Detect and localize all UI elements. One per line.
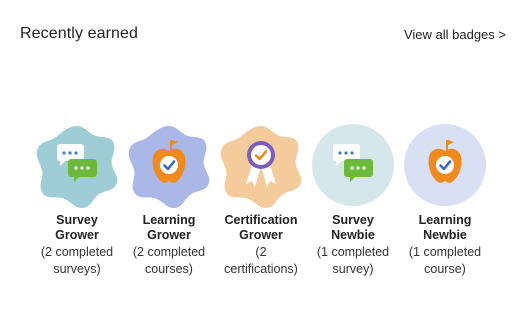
apple-face xyxy=(436,156,454,174)
badge-description: (1 completed course) xyxy=(409,244,481,278)
chat-dot xyxy=(362,166,366,170)
chat-dot xyxy=(74,166,78,170)
section-title: Recently earned xyxy=(20,25,139,42)
ribbon-check-icon xyxy=(220,126,302,208)
badge-name: Survey Grower xyxy=(55,213,99,243)
badge-desc-line: surveys) xyxy=(53,262,101,276)
chat-bubbles-icon xyxy=(36,126,118,208)
apple-stem xyxy=(446,140,448,150)
badge-description: (2 completed courses) xyxy=(133,244,205,278)
ribbon-inner-ring xyxy=(251,145,271,165)
badge-name-line: Newbie xyxy=(331,228,375,242)
view-all-badges-link[interactable]: View all badges > xyxy=(404,27,506,42)
chat-dot xyxy=(350,166,354,170)
badge-survey-newbie[interactable]: Survey Newbie (1 completed survey) xyxy=(307,122,399,278)
chat-dot xyxy=(68,151,72,155)
badge-name-line: Learning xyxy=(418,213,472,227)
badge-description: (2 certifications) xyxy=(224,244,298,278)
badge-name-line: Survey xyxy=(56,213,98,227)
badge-survey-grower[interactable]: Survey Grower (2 completed surveys) xyxy=(31,122,123,278)
badge-desc-line: (2 completed xyxy=(132,245,206,259)
chat-dot xyxy=(80,166,84,170)
badge-name-line: Grower xyxy=(55,228,99,242)
badge-name: Learning Grower xyxy=(143,213,196,243)
badge-name-line: Survey xyxy=(332,213,374,227)
badges-header: Recently earned View all badges > xyxy=(20,22,506,46)
badge-desc-line: survey) xyxy=(332,262,374,276)
badge-learning-grower[interactable]: Learning Grower (2 completed courses) xyxy=(123,122,215,278)
chat-dot xyxy=(74,151,78,155)
chat-dot xyxy=(86,166,90,170)
apple-check-icon xyxy=(404,124,486,206)
chat-dot xyxy=(350,151,354,155)
badge-certification-grower[interactable]: Certification Grower (2 certifications) xyxy=(215,122,307,278)
badge-description: (1 completed survey) xyxy=(317,244,389,278)
apple-check-icon xyxy=(128,126,210,208)
badge-desc-line: certifications) xyxy=(224,262,298,276)
badge-desc-line: (1 completed xyxy=(316,245,390,259)
badge-name: Certification Grower xyxy=(225,213,298,243)
chat-dot xyxy=(338,151,342,155)
chat-dot xyxy=(62,151,66,155)
chat-bubbles-icon xyxy=(312,124,394,206)
badge-name-line: Grower xyxy=(239,228,283,242)
badge-list: Survey Grower (2 completed surveys) Lear… xyxy=(31,122,491,278)
badge-desc-line: (2 xyxy=(255,245,267,259)
badge-desc-line: (1 completed xyxy=(408,245,482,259)
badge-learning-newbie[interactable]: Learning Newbie (1 completed course) xyxy=(399,122,491,278)
badge-name: Learning Newbie xyxy=(419,213,472,243)
badge-name-line: Newbie xyxy=(423,228,467,242)
badge-name-line: Grower xyxy=(147,228,191,242)
chat-dot xyxy=(356,166,360,170)
badge-desc-line: course) xyxy=(424,262,466,276)
chat-dot xyxy=(344,151,348,155)
badge-name: Survey Newbie xyxy=(331,213,375,243)
badge-name-line: Learning xyxy=(142,213,196,227)
badge-name-line: Certification xyxy=(224,213,298,227)
apple-face xyxy=(160,156,178,174)
badge-description: (2 completed surveys) xyxy=(41,244,113,278)
badge-desc-line: courses) xyxy=(145,262,193,276)
apple-stem xyxy=(170,140,172,150)
badge-desc-line: (2 completed xyxy=(40,245,114,259)
